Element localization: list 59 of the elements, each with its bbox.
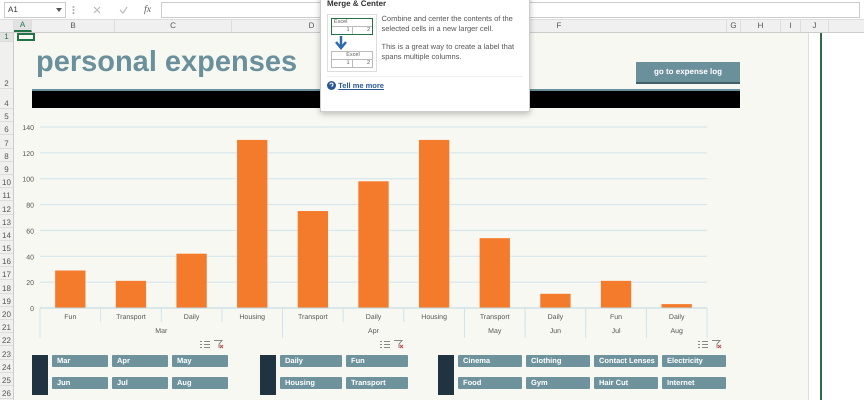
bar bbox=[55, 270, 86, 308]
bar bbox=[662, 304, 692, 308]
column-header[interactable]: A bbox=[14, 20, 32, 32]
row-header[interactable]: 14 bbox=[0, 228, 13, 241]
help-icon bbox=[327, 81, 336, 90]
row-header[interactable]: 23 bbox=[0, 346, 13, 360]
tooltip-title: Merge & Center bbox=[327, 0, 388, 10]
slicer-header bbox=[438, 355, 454, 395]
row-header[interactable]: 17 bbox=[0, 267, 13, 280]
cell-cursor bbox=[17, 33, 35, 41]
bar bbox=[480, 238, 510, 308]
caret-icon bbox=[56, 8, 62, 12]
multi-select-icon[interactable] bbox=[380, 340, 390, 349]
row-header[interactable]: 9 bbox=[0, 162, 13, 175]
row-header[interactable]: 6 bbox=[0, 122, 13, 136]
bar bbox=[540, 294, 571, 308]
row-header[interactable]: 7 bbox=[0, 135, 13, 149]
slicer-header bbox=[260, 355, 276, 395]
row-header[interactable]: 19 bbox=[0, 294, 13, 307]
row-header[interactable]: 2 bbox=[0, 42, 13, 89]
column-header[interactable]: G bbox=[727, 20, 741, 32]
clear-filter-icon[interactable] bbox=[394, 340, 404, 349]
row-header[interactable]: 26 bbox=[0, 386, 13, 400]
sheet-title: personal expenses bbox=[36, 48, 298, 77]
row-header[interactable]: 10 bbox=[0, 174, 13, 188]
column-header[interactable]: J bbox=[801, 20, 829, 32]
row-header[interactable]: 11 bbox=[0, 188, 13, 202]
grip-icon bbox=[72, 4, 75, 14]
bar bbox=[600, 280, 632, 308]
row-header[interactable]: 15 bbox=[0, 240, 13, 254]
column-header[interactable]: B bbox=[32, 20, 115, 32]
row-header[interactable]: 18 bbox=[0, 280, 13, 294]
row-header[interactable]: 25 bbox=[0, 372, 13, 386]
row-header[interactable]: 24 bbox=[0, 360, 13, 373]
expense-log-button[interactable]: go to expense log bbox=[636, 62, 740, 84]
bar bbox=[176, 254, 207, 308]
insert-function-button[interactable]: fx bbox=[144, 2, 152, 17]
column-header[interactable]: I bbox=[781, 20, 801, 32]
cancel-icon[interactable] bbox=[93, 6, 101, 14]
row-header[interactable]: 12 bbox=[0, 201, 13, 214]
row-header[interactable]: 20 bbox=[0, 306, 13, 320]
row-header[interactable]: 13 bbox=[0, 214, 13, 228]
column-header[interactable]: H bbox=[741, 20, 781, 32]
multi-select-icon[interactable] bbox=[698, 340, 708, 349]
bar bbox=[116, 280, 146, 308]
column-header[interactable]: C bbox=[115, 20, 232, 32]
row-header[interactable]: 16 bbox=[0, 254, 13, 268]
slicer-header bbox=[32, 355, 48, 395]
row-header[interactable]: 1 bbox=[0, 33, 13, 42]
check-icon[interactable] bbox=[119, 6, 128, 14]
name-box[interactable]: A1 bbox=[4, 2, 66, 18]
clear-filter-icon[interactable] bbox=[712, 340, 722, 349]
row-header[interactable]: 22 bbox=[0, 333, 13, 346]
row-header[interactable]: 4 bbox=[0, 89, 13, 109]
multi-select-icon[interactable] bbox=[200, 340, 210, 349]
row-header[interactable]: 21 bbox=[0, 320, 13, 334]
clear-filter-icon[interactable] bbox=[214, 340, 224, 349]
row-header[interactable]: 8 bbox=[0, 148, 13, 162]
row-header[interactable]: 5 bbox=[0, 109, 13, 122]
